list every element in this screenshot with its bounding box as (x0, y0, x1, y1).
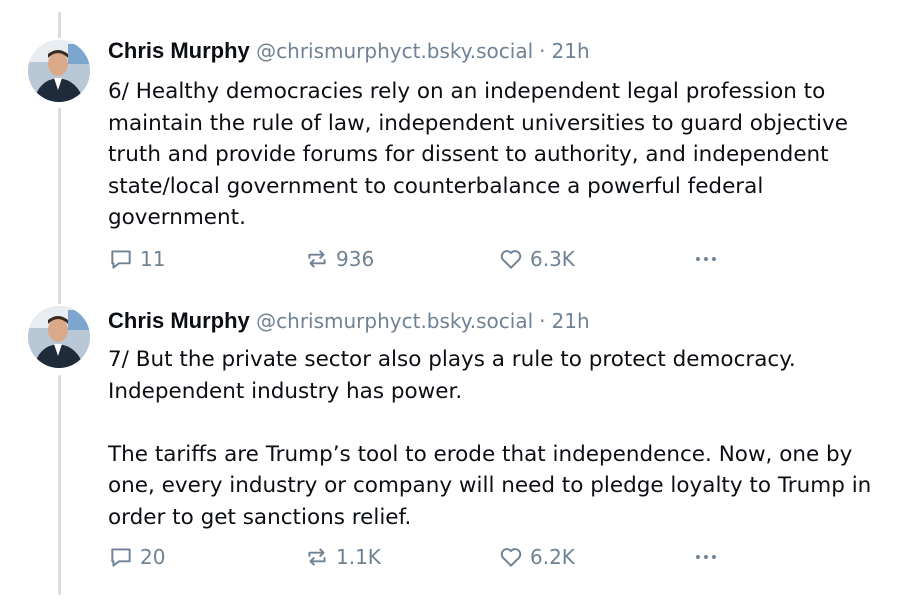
more-options-button[interactable] (692, 244, 726, 274)
post-timestamp[interactable]: 21h (552, 309, 590, 333)
speech-bubble-icon (111, 250, 131, 269)
thread-line-bottom (58, 375, 61, 595)
reply-count: 11 (140, 247, 166, 271)
separator-dot: · (539, 39, 546, 63)
post-header: Chris Murphy @chrismurphyct.bsky.social ·… (108, 308, 590, 334)
avatar[interactable] (28, 306, 90, 368)
post-text: 7/ But the private sector also plays a r… (108, 347, 872, 530)
author-name[interactable]: Chris Murphy (108, 38, 250, 63)
avatar[interactable] (28, 40, 90, 102)
repost-button[interactable]: 936 (304, 244, 374, 274)
heart-icon (500, 250, 522, 269)
repost-arrows-icon (308, 548, 326, 566)
reply-button[interactable]: 20 (108, 542, 165, 572)
reply-count: 20 (140, 545, 166, 569)
post-actions: 20 1.1K 6.2K (108, 542, 748, 572)
post-actions: 11 936 6.3K (108, 244, 748, 274)
reply-button[interactable]: 11 (108, 244, 165, 274)
more-options-button[interactable] (692, 542, 726, 572)
ellipsis-icon (696, 257, 716, 261)
author-name[interactable]: Chris Murphy (108, 308, 250, 333)
speech-bubble-icon (111, 548, 131, 567)
thread-line-middle (58, 108, 61, 304)
thread-line-top (58, 12, 61, 38)
author-handle[interactable]: @chrismurphyct.bsky.social (256, 309, 533, 333)
repost-count: 1.1K (336, 545, 381, 569)
repost-count: 936 (336, 247, 375, 271)
post-timestamp[interactable]: 21h (552, 39, 590, 63)
like-button[interactable]: 6.3K (498, 244, 575, 274)
repost-button[interactable]: 1.1K (304, 542, 381, 572)
ellipsis-icon (696, 555, 716, 559)
like-count: 6.2K (530, 545, 575, 569)
repost-arrows-icon (308, 250, 326, 268)
like-button[interactable]: 6.2K (498, 542, 575, 572)
separator-dot: · (539, 309, 546, 333)
heart-icon (500, 548, 522, 567)
post-header: Chris Murphy @chrismurphyct.bsky.social ·… (108, 38, 590, 64)
avatar-photo-icon (28, 306, 90, 368)
author-handle[interactable]: @chrismurphyct.bsky.social (256, 39, 533, 63)
like-count: 6.3K (530, 247, 575, 271)
avatar-photo-icon (28, 40, 90, 102)
post-text: 6/ Healthy democracies rely on an indepe… (108, 79, 848, 230)
